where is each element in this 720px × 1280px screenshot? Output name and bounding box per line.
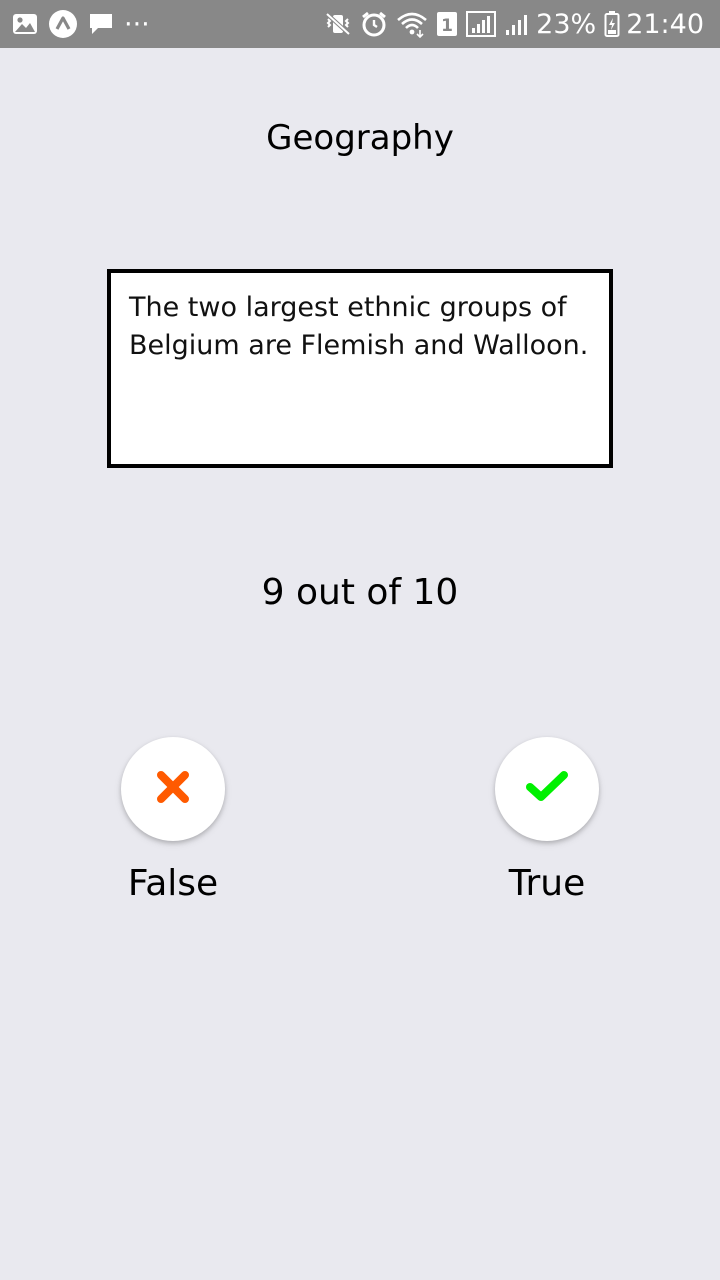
false-button[interactable]	[121, 737, 225, 841]
signal-icon	[466, 10, 497, 38]
wifi-icon	[396, 10, 428, 38]
status-bar-right: 1 23% 21:40	[316, 0, 704, 48]
false-label: False	[127, 863, 219, 904]
more-dots-icon: ···	[124, 8, 150, 40]
question-card: The two largest ethnic groups of Belgium…	[107, 269, 613, 468]
category-title: Geography	[266, 118, 454, 158]
clock: 21:40	[626, 8, 704, 40]
alarm-icon	[360, 10, 388, 38]
progress-counter: 9 out of 10	[261, 572, 459, 613]
mute-vibrate-icon	[324, 10, 352, 38]
check-icon	[525, 769, 569, 810]
battery-percent: 23%	[536, 8, 597, 40]
battery-icon	[604, 10, 620, 38]
cross-icon	[155, 769, 191, 810]
status-bar: ··· 1 23% 21:40	[0, 0, 720, 48]
true-button[interactable]	[495, 737, 599, 841]
true-label: True	[508, 863, 586, 904]
true-answer: True	[467, 737, 627, 904]
svg-text:1: 1	[441, 16, 453, 36]
status-bar-left: ···	[12, 0, 160, 48]
app-notification-icon	[48, 9, 78, 39]
message-icon	[88, 11, 114, 37]
question-text: The two largest ethnic groups of Belgium…	[129, 292, 589, 361]
false-answer: False	[93, 737, 253, 904]
sim-1-icon: 1	[436, 11, 458, 37]
gallery-icon	[12, 12, 38, 36]
signal-2-icon	[504, 10, 530, 38]
